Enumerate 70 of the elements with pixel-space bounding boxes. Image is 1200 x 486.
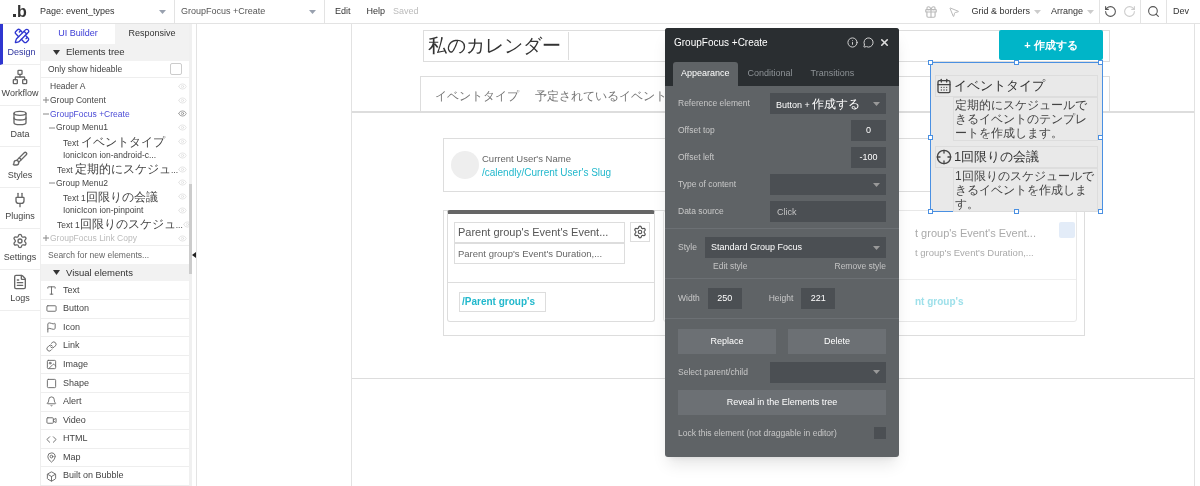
menu-item[interactable]: Edit [335, 4, 351, 19]
checkbox-label: Lock this element (not draggable in editor) [678, 426, 837, 440]
menu-item[interactable]: Dev [1173, 4, 1189, 19]
user-name: Current User's Name [482, 152, 571, 166]
event-duration: Parent group's Event's Duration,... [454, 243, 625, 264]
nav-link[interactable]: イベントタイプ [435, 87, 519, 105]
edit-style-link[interactable]: Edit style [713, 260, 748, 273]
tree-item[interactable]: IonicIcon ion-android-c... [62, 148, 157, 162]
focus-menu[interactable]: イベントタイプ 定期的にスケジュールできるイベントのテンプレートを作成します。 1回限りの会議 1回限りのスケジュールできるイベントを作成します。 [930, 62, 1103, 212]
tree-item[interactable]: Text 1回限りのスケジュ... [56, 215, 183, 234]
event-title: t group's Event's Event... [915, 226, 1036, 241]
element-item[interactable]: Image [41, 355, 189, 375]
panel-tab[interactable]: Conditional [739, 62, 801, 86]
tree-item[interactable]: Header A [50, 79, 86, 93]
tree-item[interactable]: Group Menu2 [56, 176, 108, 190]
page-selector[interactable]: Page: event_types [40, 0, 175, 23]
number-input[interactable]: 250 [707, 287, 742, 309]
builder-tab[interactable]: Responsive [115, 24, 189, 45]
toolbar-dropdown[interactable]: Grid & borders [966, 4, 1046, 19]
dropdown[interactable]: Standard Group Focus [704, 237, 886, 258]
element-item[interactable]: HTML [41, 430, 189, 449]
element-item[interactable]: Icon [41, 318, 189, 338]
menu-description: 1回限りのスケジュールできるイベントを作成します。 [953, 168, 1098, 212]
field-label: Type of content [678, 178, 737, 191]
data-source-field[interactable]: Click [770, 201, 886, 222]
field-label: Height [768, 291, 794, 305]
toolbar-dropdown[interactable]: Arrange [1045, 4, 1099, 19]
field-label: Select parent/child [678, 365, 748, 379]
tree-item[interactable]: Text イベントタイプ [62, 132, 165, 151]
element-item[interactable]: Video [41, 411, 189, 431]
tree-item[interactable]: Text 定期的にスケジュ... [56, 160, 179, 179]
number-input[interactable]: -100 [851, 147, 886, 168]
panel-tab[interactable]: Transitions [802, 62, 863, 86]
app-title: 私のカレンダー [425, 32, 569, 60]
menu-description: 定期的にスケジュールできるイベントのテンプレートを作成します。 [953, 97, 1098, 141]
nav-link[interactable]: 予定されているイベント [535, 87, 667, 105]
field-label: Offset left [678, 151, 715, 164]
tree-item[interactable]: Text 1回限りの会議 [62, 187, 158, 206]
event-duration: t group's Event's Duration,... [915, 246, 1034, 260]
field-label: Offset top [678, 124, 715, 137]
element-item[interactable]: Button [41, 300, 189, 319]
element-item[interactable]: Shape [41, 374, 189, 394]
dropdown[interactable]: Button + 作成する [770, 93, 886, 114]
element-item[interactable]: Alert [41, 393, 189, 412]
event-title: Parent group's Event's Event... [454, 222, 625, 243]
element-item[interactable]: Built on Bubble [41, 467, 189, 486]
number-input[interactable]: 221 [801, 287, 836, 309]
field-label: Data source [678, 205, 724, 218]
element-item[interactable]: Map [41, 448, 189, 468]
logo[interactable]: b [17, 3, 27, 20]
checkbox-label: Only show hideable [48, 62, 123, 76]
tree-item[interactable]: Group Content [50, 93, 106, 107]
remove-style-link[interactable]: Remove style [834, 260, 886, 273]
section-header[interactable]: Elements tree [41, 44, 189, 61]
reveal-button[interactable]: Reveal in the Elements tree [678, 389, 886, 415]
save-status: Saved [393, 4, 419, 18]
action-button[interactable]: Delete [788, 328, 886, 354]
field-label: Reference element [678, 97, 750, 110]
field-label: Style [678, 241, 697, 254]
tree-item[interactable]: IonicIcon ion-pinpoint [62, 204, 144, 217]
tree-item[interactable]: GroupFocus +Create [50, 107, 130, 121]
panel-title: GroupFocus +Create [674, 35, 768, 50]
number-input[interactable]: 0 [851, 120, 886, 141]
element-item[interactable]: Link [41, 337, 189, 356]
field-label: Width [678, 291, 700, 305]
panel-tab[interactable]: Appearance [673, 62, 738, 86]
menu-item[interactable]: Help [366, 4, 386, 19]
tree-item[interactable]: Group Menu1 [56, 121, 108, 135]
action-button[interactable]: Replace [678, 328, 776, 354]
element-selector[interactable]: GroupFocus +Create [175, 0, 325, 23]
